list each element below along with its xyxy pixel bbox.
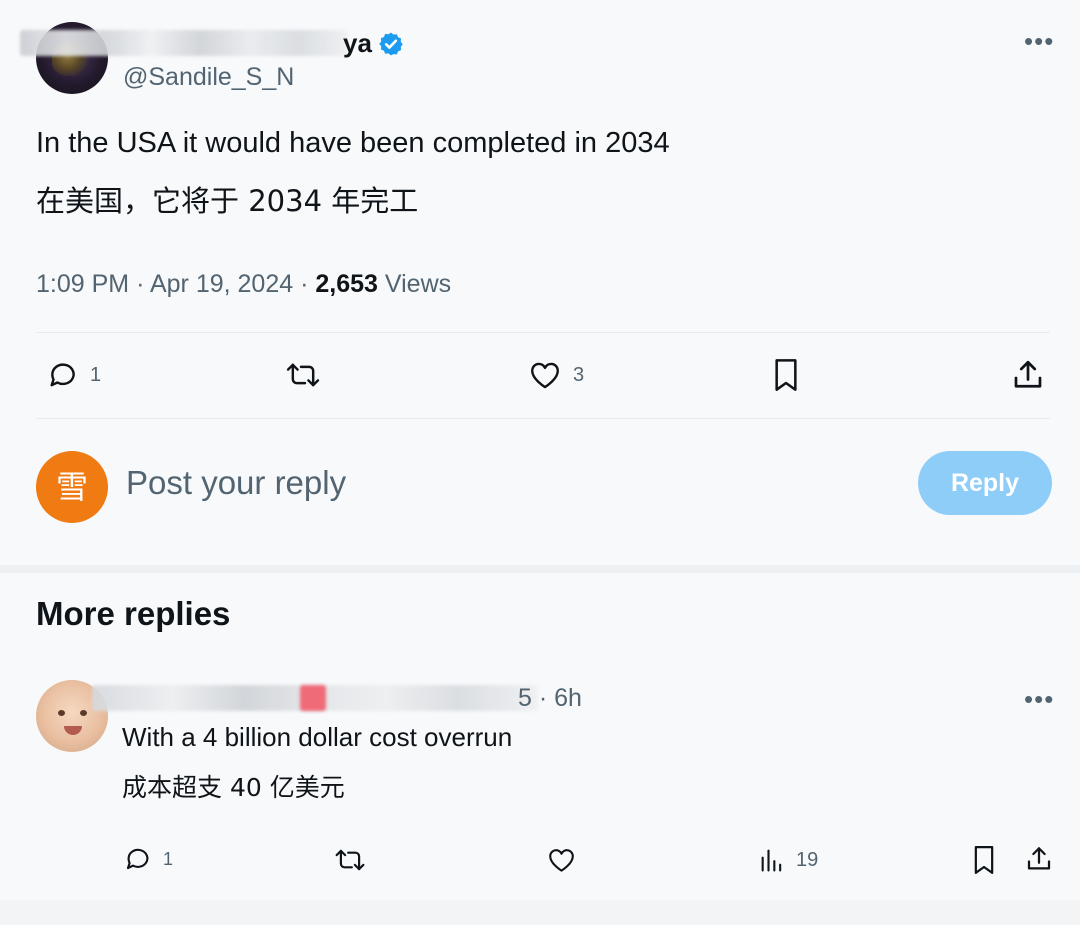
author-name[interactable]: ya: [343, 28, 372, 58]
share-action[interactable]: [1010, 357, 1046, 393]
retweet-icon: [286, 363, 320, 387]
like-count: 3: [573, 363, 585, 386]
retweet-action[interactable]: [284, 358, 322, 392]
current-user-avatar[interactable]: 雪: [36, 451, 108, 523]
retweet-icon: [335, 849, 365, 871]
more-options-icon[interactable]: •••: [1024, 28, 1054, 54]
reply-icon: [50, 363, 75, 387]
views-label: Views: [384, 270, 452, 298]
reply-retweet-action[interactable]: [333, 845, 367, 875]
blurred-author-name: [20, 30, 348, 56]
author-handle[interactable]: @Sandile_S_N: [123, 62, 294, 92]
tweet-meta: 1:09 PM · Apr 19, 2024 · 2,653 Views: [36, 268, 451, 300]
reply-more-options-icon[interactable]: •••: [1024, 686, 1054, 712]
divider: [36, 418, 1050, 419]
reply-button[interactable]: Reply: [918, 451, 1052, 515]
share-icon: [1027, 847, 1051, 870]
reply-time[interactable]: 5 · 6h: [518, 683, 582, 713]
verified-badge-icon: [379, 32, 403, 56]
reply-reply-count: 1: [163, 848, 174, 869]
divider: [36, 332, 1050, 333]
reply-views-count: 19: [796, 848, 819, 871]
bookmark-icon: [974, 846, 994, 874]
bottom-divider: [0, 900, 1080, 925]
tweet-time[interactable]: 1:09 PM: [36, 270, 129, 298]
reply-reply-action[interactable]: 1: [123, 844, 173, 874]
reply-action[interactable]: 1: [46, 358, 101, 392]
share-icon: [1014, 360, 1042, 388]
reply-icon: [126, 848, 149, 870]
views-count: 2,653: [315, 270, 378, 298]
reply-input[interactable]: Post your reply: [126, 462, 346, 504]
tweet-text: In the USA it would have been completed …: [36, 127, 670, 159]
heart-icon: [549, 849, 574, 872]
more-replies-heading: More replies: [36, 595, 231, 632]
reply-like-action[interactable]: [546, 845, 577, 875]
reply-share-action[interactable]: [1024, 843, 1054, 875]
reply-count: 1: [90, 363, 102, 386]
reply-text: With a 4 billion dollar cost overrun: [122, 722, 513, 752]
separator: ·: [136, 270, 150, 298]
reply-views-action[interactable]: 19: [758, 845, 818, 875]
heart-icon: [531, 362, 559, 389]
analytics-icon: [761, 849, 782, 872]
bookmark-icon: [775, 359, 797, 391]
tweet-translation: 在美国，它将于 2034 年完工: [36, 184, 419, 218]
bookmark-action[interactable]: [770, 356, 802, 394]
like-action[interactable]: 3: [527, 358, 584, 392]
reply-bookmark-action[interactable]: [970, 843, 998, 877]
separator: ·: [300, 270, 316, 298]
section-divider: [0, 565, 1080, 573]
reply-translation: 成本超支 40 亿美元: [122, 773, 345, 802]
blurred-emoji: [300, 685, 326, 711]
tweet-date[interactable]: Apr 19, 2024: [150, 270, 293, 298]
